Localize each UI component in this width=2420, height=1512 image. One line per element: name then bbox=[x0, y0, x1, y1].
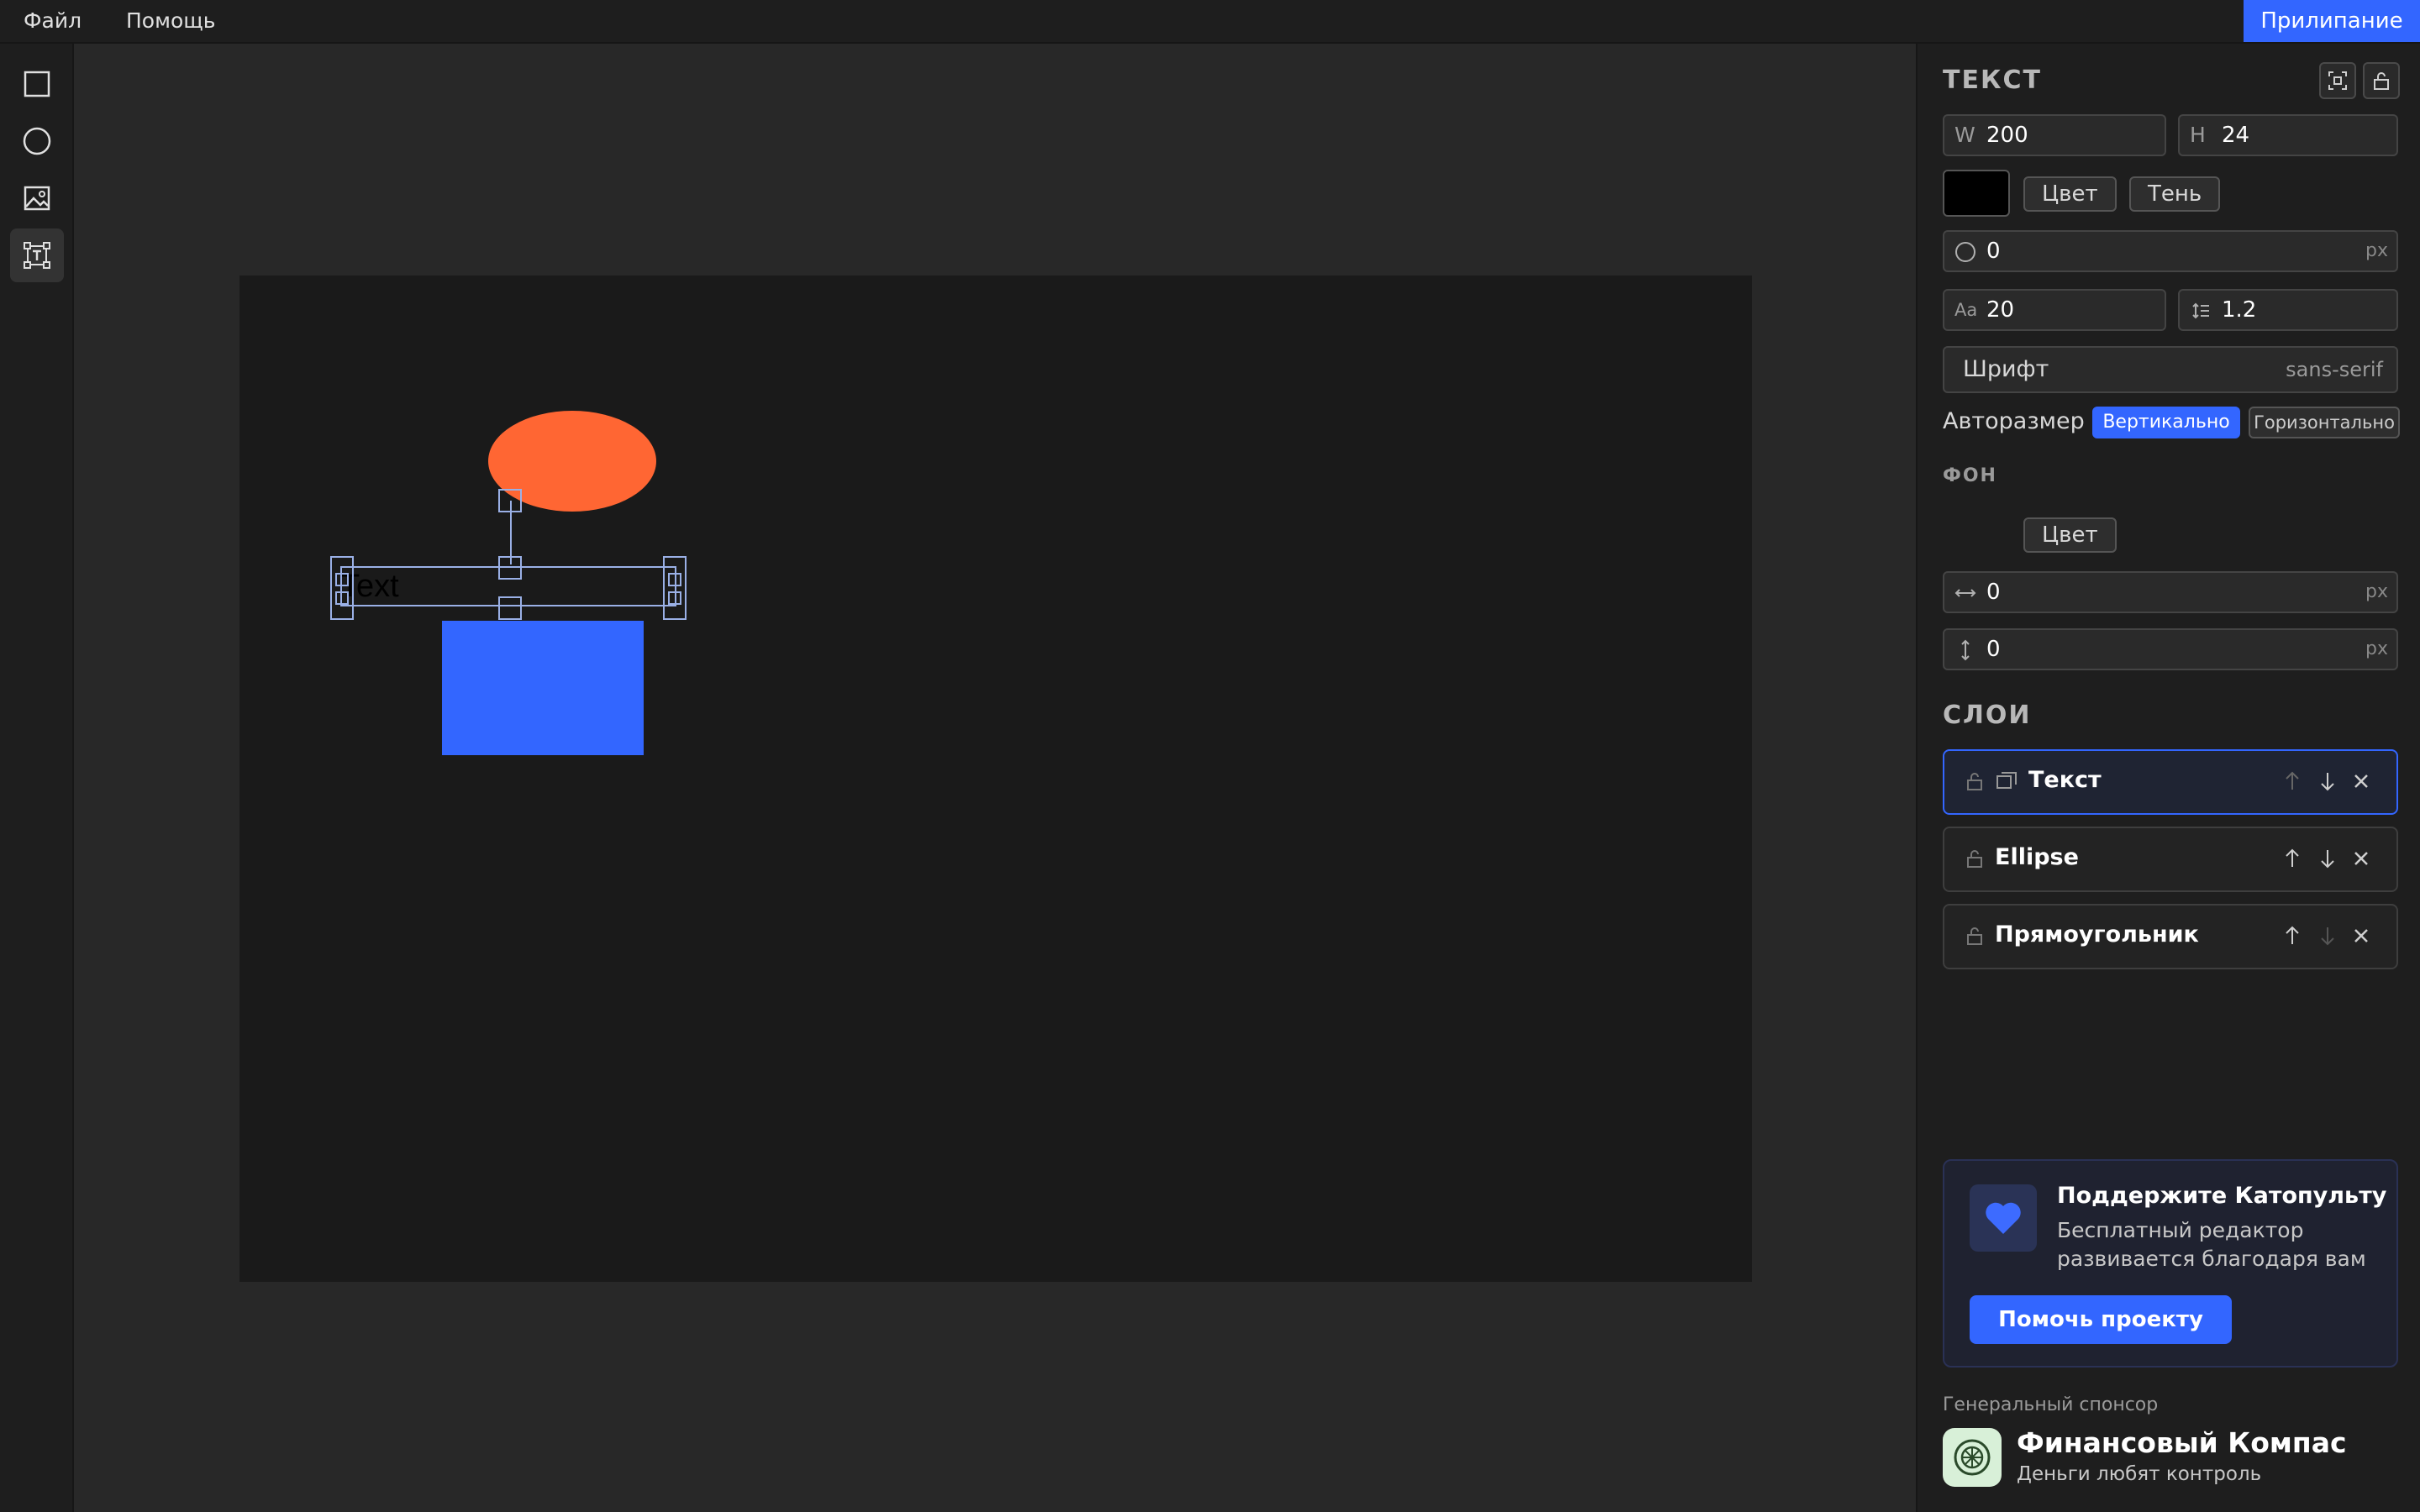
menu-bar: Файл Помощь Прилипание bbox=[0, 0, 2420, 44]
width-field: W bbox=[1943, 114, 2166, 156]
menu-help[interactable]: Помощь bbox=[126, 0, 216, 42]
font-family-select[interactable]: Шрифт sans-serif bbox=[1943, 346, 2398, 393]
props-section-title: ТЕКСТ bbox=[1943, 66, 2042, 95]
unlock-icon[interactable] bbox=[1963, 924, 1986, 948]
support-card: Поддержите Катопульту Бесплатный редакто… bbox=[1943, 1159, 2398, 1368]
move-down-icon[interactable] bbox=[2316, 847, 2339, 870]
padding-y-unit: px bbox=[2365, 638, 2388, 659]
background-color-button[interactable]: Цвет bbox=[2023, 517, 2117, 553]
compass-icon bbox=[1954, 1439, 1991, 1476]
width-input[interactable] bbox=[1986, 118, 2126, 153]
fit-frame-button[interactable] bbox=[2319, 62, 2356, 99]
layers-section-title: СЛОИ bbox=[1943, 701, 2032, 730]
text-color-button[interactable]: Цвет bbox=[2023, 176, 2117, 212]
line-height-field bbox=[2178, 289, 2398, 331]
snap-toggle-button[interactable]: Прилипание bbox=[2244, 0, 2420, 42]
support-title: Поддержите Катопульту bbox=[2057, 1183, 2387, 1209]
unlock-icon[interactable] bbox=[1963, 769, 1986, 793]
sponsor-caption: Генеральный спонсор bbox=[1943, 1394, 2159, 1415]
ellipse-tool[interactable] bbox=[10, 114, 64, 168]
radius-input[interactable] bbox=[1986, 234, 2358, 269]
radius-icon bbox=[1955, 242, 1975, 262]
layer-name: Прямоугольник bbox=[1995, 921, 2199, 948]
layer-item-rectangle[interactable]: Прямоугольник bbox=[1943, 904, 2398, 969]
resize-handle-bottom[interactable] bbox=[498, 596, 522, 620]
delete-layer-icon[interactable] bbox=[2349, 847, 2373, 870]
autosize-label: Авторазмер bbox=[1943, 408, 2085, 434]
font-value: sans-serif bbox=[2286, 358, 2383, 381]
layer-item-ellipse[interactable]: Ellipse bbox=[1943, 827, 2398, 892]
padding-y-input[interactable] bbox=[1986, 632, 2358, 667]
image-tool[interactable] bbox=[10, 171, 64, 225]
resize-handle-right-inner-bottom[interactable] bbox=[668, 591, 681, 605]
layer-name: Ellipse bbox=[1995, 844, 2079, 870]
square-icon bbox=[24, 71, 50, 97]
rectangle-tool[interactable] bbox=[10, 57, 64, 111]
resize-handle-right[interactable] bbox=[663, 556, 687, 620]
height-input[interactable] bbox=[2222, 118, 2358, 153]
font-size-label: Aa bbox=[1954, 300, 1978, 320]
horizontal-arrows-icon bbox=[1954, 589, 1976, 597]
heart-icon-tile bbox=[1970, 1184, 2037, 1252]
text-autosize-icon bbox=[1996, 772, 2017, 789]
rotate-handle[interactable] bbox=[498, 489, 522, 512]
delete-layer-icon[interactable] bbox=[2349, 769, 2373, 793]
layer-item-text[interactable]: Текст bbox=[1943, 749, 2398, 815]
resize-handle-left-inner-top[interactable] bbox=[335, 573, 349, 586]
height-label: H bbox=[2190, 123, 2206, 147]
padding-x-input[interactable] bbox=[1986, 575, 2358, 610]
text-color-swatch[interactable] bbox=[1943, 170, 2010, 217]
support-description: Бесплатный редактор развивается благодар… bbox=[2057, 1218, 2366, 1271]
autosize-vertical-button[interactable]: Вертикально bbox=[2092, 407, 2240, 438]
padding-x-unit: px bbox=[2365, 581, 2388, 602]
layer-name: Текст bbox=[2028, 767, 2102, 793]
delete-layer-icon[interactable] bbox=[2349, 924, 2373, 948]
text-tool[interactable] bbox=[10, 228, 64, 282]
radius-unit: px bbox=[2365, 240, 2388, 261]
width-label: W bbox=[1954, 123, 1975, 147]
move-up-icon[interactable] bbox=[2281, 847, 2304, 870]
radius-field: px bbox=[1943, 230, 2398, 272]
move-up-icon[interactable] bbox=[2281, 924, 2304, 948]
fit-frame-icon bbox=[2328, 71, 2347, 90]
menu-file[interactable]: Файл bbox=[24, 0, 82, 42]
sponsor-name[interactable]: Финансовый Компас bbox=[2017, 1426, 2347, 1459]
image-icon bbox=[24, 186, 50, 211]
background-section-title: ФОН bbox=[1943, 465, 1997, 486]
resize-handle-left-inner-bottom[interactable] bbox=[335, 591, 349, 605]
font-label: Шрифт bbox=[1963, 356, 2049, 382]
support-project-button[interactable]: Помочь проекту bbox=[1970, 1295, 2232, 1344]
unlock-icon bbox=[2374, 72, 2389, 90]
resize-handle-top[interactable] bbox=[498, 556, 522, 580]
resize-handle-left[interactable] bbox=[330, 556, 354, 620]
lock-toggle-button[interactable] bbox=[2363, 62, 2400, 99]
text-frame-icon bbox=[24, 242, 50, 269]
padding-x-field: px bbox=[1943, 571, 2398, 613]
sponsor-tagline: Деньги любят контроль bbox=[2017, 1463, 2262, 1485]
font-size-field: Aa bbox=[1943, 289, 2166, 331]
move-up-icon[interactable] bbox=[2281, 769, 2304, 793]
move-down-icon[interactable] bbox=[2316, 924, 2339, 948]
artboard[interactable]: Text bbox=[239, 276, 1752, 1282]
move-down-icon[interactable] bbox=[2316, 769, 2339, 793]
padding-y-field: px bbox=[1943, 628, 2398, 670]
vertical-arrows-icon bbox=[1961, 639, 1970, 661]
rectangle-shape[interactable] bbox=[442, 621, 644, 755]
height-field: H bbox=[2178, 114, 2398, 156]
properties-panel: ТЕКСТ W H Цвет Тень px Aa Шрифт sans-ser… bbox=[1916, 44, 2420, 1512]
circle-icon bbox=[23, 127, 51, 155]
sponsor-logo[interactable] bbox=[1943, 1428, 2002, 1487]
heart-icon bbox=[1986, 1202, 2021, 1234]
autosize-horizontal-button[interactable]: Горизонтально bbox=[2249, 407, 2400, 438]
unlock-icon[interactable] bbox=[1963, 847, 1986, 870]
font-size-input[interactable] bbox=[1986, 292, 2126, 328]
tool-bar bbox=[0, 44, 74, 1512]
resize-handle-right-inner-top[interactable] bbox=[668, 573, 681, 586]
shadow-button[interactable]: Тень bbox=[2129, 176, 2221, 212]
line-height-input[interactable] bbox=[2222, 292, 2358, 328]
line-height-icon bbox=[2192, 302, 2209, 319]
